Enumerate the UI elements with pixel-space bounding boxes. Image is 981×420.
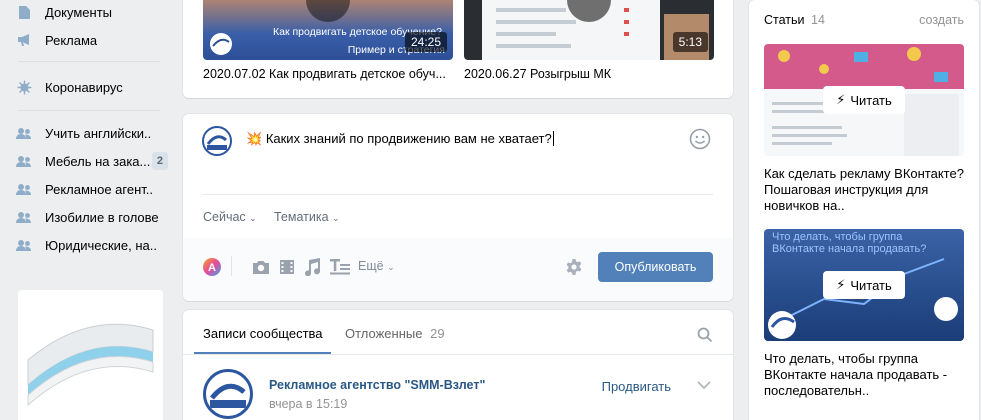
- video-duration: 5:13: [672, 32, 708, 52]
- divider: [231, 256, 232, 276]
- avatar: [202, 126, 232, 156]
- nav-item-label: Юридические, на..: [45, 237, 158, 253]
- nav-item-group[interactable]: Мебель на зака... 2: [16, 150, 168, 172]
- nav-item-label: Документы: [45, 4, 113, 20]
- video-caption[interactable]: 2020.06.27 Розыгрыш МК: [464, 67, 611, 81]
- music-icon[interactable]: [304, 258, 321, 279]
- tab-community-posts[interactable]: Записи сообщества: [203, 326, 323, 341]
- articles-block: Статьи 14 создать ⚡ Читать Как сделать ре…: [749, 0, 979, 420]
- avatar[interactable]: [203, 369, 253, 419]
- composer-toolbar: A Ещё ⌄ Опубликовать: [183, 238, 733, 301]
- divider: [183, 354, 733, 355]
- promote-button[interactable]: Продвигать: [602, 379, 671, 394]
- article-title[interactable]: Как сделать рекламу ВКонтакте? Пошаговая…: [764, 166, 964, 214]
- explosion-emoji-icon: 💥: [246, 131, 263, 146]
- post-time-selector[interactable]: Сейчас ⌄: [203, 210, 257, 224]
- nav-item-label: Реклама: [45, 32, 98, 48]
- nav-item-label: Мебель на зака...: [45, 153, 151, 169]
- nav-item-label: Коронавирус: [45, 79, 123, 95]
- tab-postponed[interactable]: Отложенные 29: [345, 326, 445, 341]
- wall-posts-block: Записи сообщества Отложенные 29 Рекламно…: [183, 310, 733, 420]
- chevron-down-icon: ⌄: [387, 262, 395, 272]
- virus-icon: [16, 79, 32, 95]
- nav-item-group[interactable]: Учить английски..: [16, 122, 168, 144]
- nav-divider: [18, 110, 160, 111]
- nav-item-label: Изобилие в голове: [45, 209, 159, 225]
- nav-item-label: Рекламное агент..: [45, 181, 153, 197]
- nav-item-documents[interactable]: Документы: [16, 1, 168, 23]
- articles-header[interactable]: Статьи 14: [764, 13, 825, 27]
- article-title[interactable]: Что делать, чтобы группа ВКонтакте начал…: [764, 351, 964, 399]
- video-thumbnail[interactable]: 5:13: [464, 0, 714, 60]
- create-article-link[interactable]: создать: [919, 13, 964, 27]
- lightning-icon: ⚡: [836, 92, 846, 107]
- article-icon[interactable]: [330, 259, 350, 278]
- nav-item-group[interactable]: Юридические, на..: [16, 234, 168, 256]
- article-cover-text: Что делать, чтобы группа ВКонтакте начал…: [772, 231, 927, 255]
- video-thumbnail[interactable]: Как продвигать детское обучение? Пример …: [203, 0, 453, 60]
- divider: [203, 194, 713, 195]
- topic-selector[interactable]: Тематика ⌄: [274, 210, 340, 224]
- nav-item-group[interactable]: Изобилие в голове: [16, 206, 168, 228]
- ad-banner[interactable]: [18, 290, 163, 420]
- document-icon: [16, 4, 32, 20]
- article-cover[interactable]: ⚡ Читать: [764, 44, 964, 156]
- videos-block: Как продвигать детское обучение? Пример …: [183, 0, 733, 98]
- megaphone-icon: [16, 32, 32, 48]
- article-cover[interactable]: Что делать, чтобы группа ВКонтакте начал…: [764, 229, 964, 341]
- search-icon[interactable]: [697, 327, 713, 346]
- group-icon: [16, 153, 32, 169]
- post-text: Каких знаний по продвижению вам не хвата…: [265, 131, 552, 146]
- lightning-icon: ⚡: [836, 277, 846, 292]
- unread-count-badge: 2: [151, 152, 168, 170]
- group-icon: [16, 209, 32, 225]
- smile-icon[interactable]: [689, 128, 711, 153]
- nav-item-group[interactable]: Рекламное агент..: [16, 178, 168, 200]
- post-text-input[interactable]: 💥 Каких знаний по продвижению вам не хва…: [246, 131, 554, 147]
- chevron-down-icon: ⌄: [332, 213, 340, 223]
- chevron-down-icon[interactable]: [697, 378, 711, 393]
- photo-icon[interactable]: [252, 259, 270, 278]
- group-icon: [16, 181, 32, 197]
- video-caption[interactable]: 2020.07.02 Как продвигать детское обуч..…: [203, 67, 446, 81]
- group-icon: [16, 237, 32, 253]
- more-attachments-button[interactable]: Ещё ⌄: [358, 259, 395, 273]
- svg-text:A: A: [208, 262, 216, 274]
- mattress-image: [27, 323, 154, 407]
- read-article-button[interactable]: ⚡ Читать: [823, 271, 905, 299]
- group-icon: [16, 125, 32, 141]
- gear-icon[interactable]: [565, 258, 583, 279]
- publish-button[interactable]: Опубликовать: [598, 252, 713, 282]
- post-timestamp[interactable]: вчера в 15:19: [269, 397, 347, 411]
- post-composer: 💥 Каких знаний по продвижению вам не хва…: [183, 114, 733, 301]
- video-duration: 24:25: [404, 32, 447, 52]
- nav-item-coronavirus[interactable]: Коронавирус: [16, 76, 168, 98]
- post-author-link[interactable]: Рекламное агентство "SMM-Взлет": [269, 378, 485, 392]
- nav-divider: [18, 61, 160, 62]
- read-article-button[interactable]: ⚡ Читать: [823, 86, 905, 114]
- text-style-icon[interactable]: A: [203, 258, 221, 279]
- video-icon[interactable]: [279, 259, 295, 278]
- nav-item-ads[interactable]: Реклама: [16, 29, 168, 51]
- chevron-down-icon: ⌄: [249, 213, 257, 223]
- nav-item-label: Учить английски..: [45, 125, 152, 141]
